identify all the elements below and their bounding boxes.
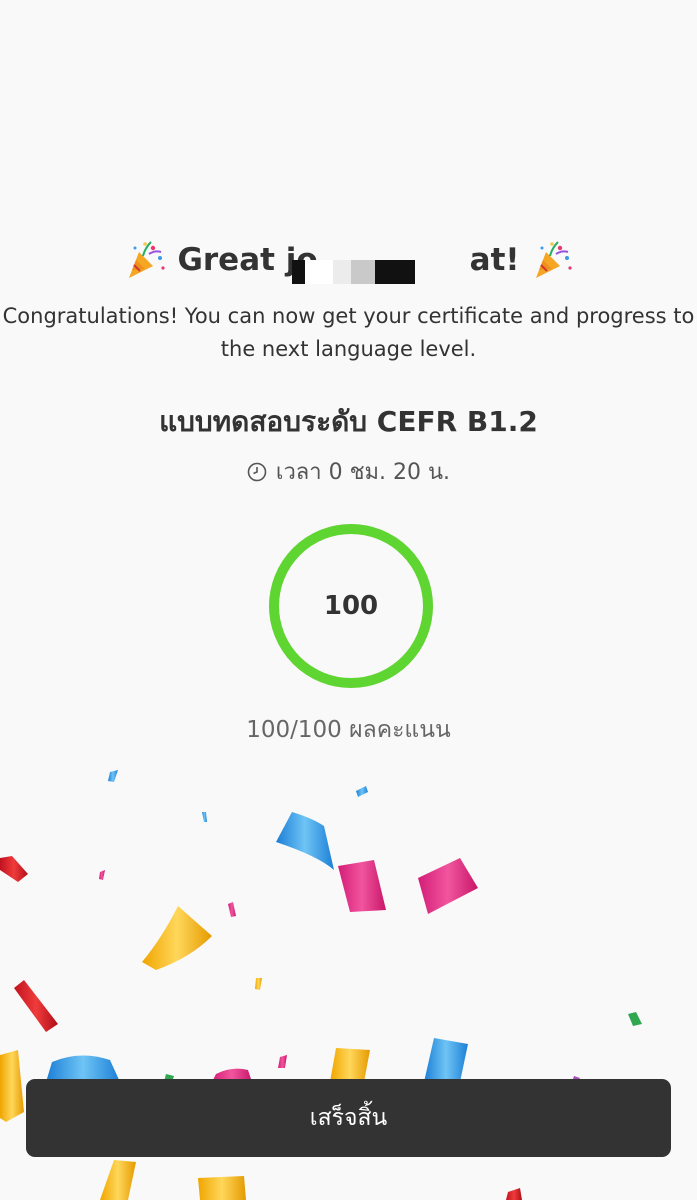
redaction-block (333, 260, 352, 284)
redaction-block (351, 260, 376, 284)
score-points: 100/100 ผลคะแนน (246, 717, 451, 743)
redaction-block (292, 260, 306, 284)
congrats-subtitle: Congratulations! You can now get your ce… (2, 304, 695, 361)
party-popper-icon (535, 241, 572, 278)
results-screen: Great jo at! Congratulations! You can now… (0, 0, 697, 1200)
test-name: แบบทดสอบระดับ CEFR B1.2 (159, 405, 538, 438)
redaction-block (375, 260, 416, 284)
congrats-title: Great jo at! (0, 232, 697, 288)
duration-text: เวลา 0 ชม. 20 น. (275, 460, 451, 485)
title-suffix: at! (469, 242, 520, 278)
title-text: Great jo at! (177, 242, 520, 284)
clock-icon (247, 462, 267, 481)
score-value: 100 (323, 591, 379, 621)
test-duration: เวลา 0 ชม. 20 น. (0, 454, 697, 489)
party-popper-icon (129, 241, 166, 278)
redaction-block (305, 260, 334, 284)
finish-button[interactable]: เสร็จสิ้น (26, 1079, 671, 1157)
